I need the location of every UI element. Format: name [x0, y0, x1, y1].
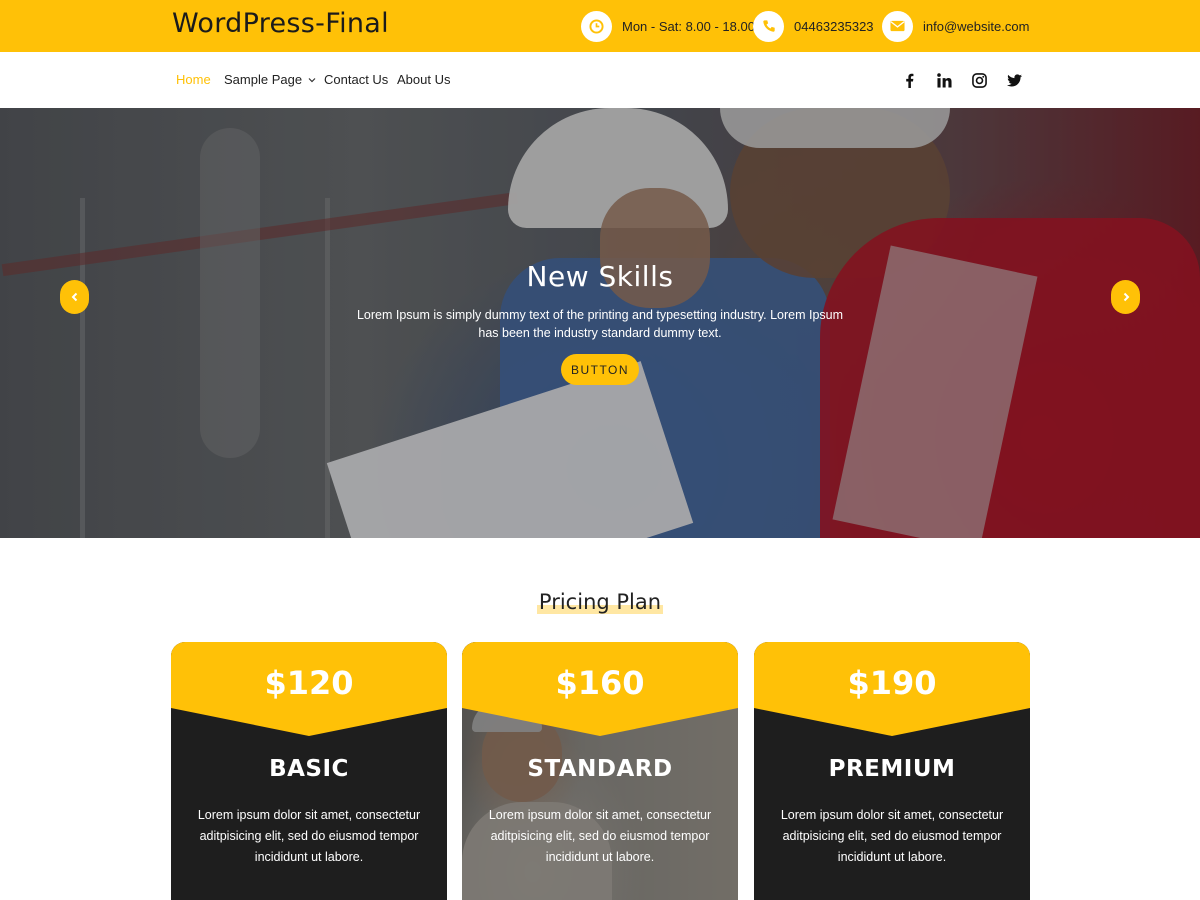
main-navigation: Home Sample Page Contact Us About Us	[0, 52, 1200, 108]
pricing-title-text: Pricing Plan	[536, 590, 664, 614]
hero-button[interactable]: BUTTON	[561, 354, 639, 385]
plan-price: $120	[264, 664, 354, 702]
nav-item-label: Contact Us	[324, 72, 389, 87]
chevron-left-icon	[71, 292, 79, 302]
nav-item-contact-us[interactable]: Contact Us	[324, 72, 388, 87]
plan-name: STANDARD	[527, 756, 673, 782]
nav-item-label: Sample Page	[224, 72, 303, 87]
nav-item-about-us[interactable]: About Us	[397, 72, 450, 87]
instagram-icon[interactable]	[969, 70, 989, 90]
plan-name: BASIC	[269, 756, 349, 782]
hours-text: Mon - Sat: 8.00 - 18.00	[622, 18, 755, 34]
nav-item-label: Home	[176, 72, 211, 87]
phone-icon	[753, 10, 784, 42]
email-text[interactable]: info@website.com	[923, 19, 1029, 34]
hero-title: New Skills	[526, 260, 674, 293]
linkedin-icon[interactable]	[934, 70, 954, 90]
plan-description: Lorem ipsum dolor sit amet, consectetur …	[488, 808, 712, 864]
facebook-icon[interactable]	[899, 70, 919, 90]
twitter-icon[interactable]	[1004, 70, 1024, 90]
phone-text[interactable]: 04463235323	[794, 19, 874, 34]
nav-item-sample-page[interactable]: Sample Page	[224, 72, 316, 87]
chevron-right-icon	[1122, 292, 1130, 302]
nav-item-label: About Us	[397, 72, 451, 87]
plan-description: Lorem ipsum dolor sit amet, consectetur …	[780, 808, 1004, 864]
pricing-card-premium: $190 PREMIUM Lorem ipsum dolor sit amet,…	[754, 642, 1030, 900]
opening-hours: Mon - Sat: 8.00 - 18.00	[581, 10, 755, 42]
plan-name: PREMIUM	[828, 756, 956, 782]
hero-slider: New Skills Lorem Ipsum is simply dummy t…	[0, 108, 1200, 538]
envelope-icon	[882, 10, 913, 42]
plan-price: $190	[847, 664, 937, 702]
email-info: info@website.com	[882, 10, 1029, 42]
chevron-down-icon	[308, 77, 316, 83]
plan-price: $160	[555, 664, 645, 702]
clock-icon	[581, 10, 612, 42]
pricing-card-basic: $120 BASIC Lorem ipsum dolor sit amet, c…	[171, 642, 447, 900]
pricing-section-title: Pricing Plan	[0, 590, 1200, 614]
top-bar: WordPress-Final Mon - Sat: 8.00 - 18.00 …	[0, 0, 1200, 52]
phone-info: 04463235323	[753, 10, 874, 42]
hero-text: Lorem Ipsum is simply dummy text of the …	[356, 308, 844, 340]
plan-description: Lorem ipsum dolor sit amet, consectetur …	[197, 808, 421, 864]
pricing-card-standard: $160 STANDARD Lorem ipsum dolor sit amet…	[462, 642, 738, 900]
site-title[interactable]: WordPress-Final	[172, 8, 389, 39]
nav-item-home[interactable]: Home	[176, 72, 211, 87]
